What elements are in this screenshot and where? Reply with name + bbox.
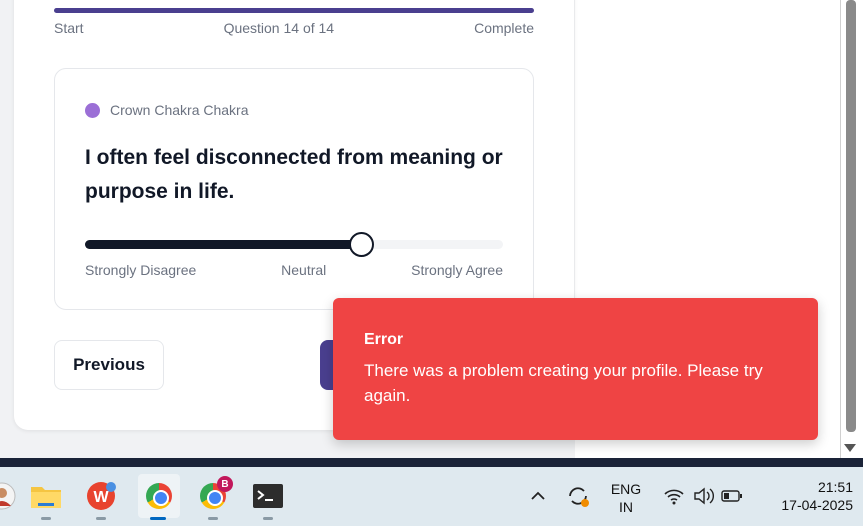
svg-text:W: W xyxy=(93,489,109,506)
chakra-category: Crown Chakra Chakra xyxy=(85,102,249,118)
chrome-indicator-active xyxy=(150,517,166,520)
language-line1: ENG xyxy=(610,481,642,497)
progress-counter: Question 14 of 14 xyxy=(223,20,335,36)
agreement-slider[interactable] xyxy=(85,232,503,257)
scale-label-agree: Strongly Agree xyxy=(411,262,503,278)
previous-button[interactable]: Previous xyxy=(54,340,164,390)
profile-badge: B xyxy=(217,476,233,492)
scale-labels: Strongly Disagree Neutral Strongly Agree xyxy=(85,262,503,278)
window-border xyxy=(0,458,863,467)
slider-fill xyxy=(85,240,361,249)
terminal-icon[interactable] xyxy=(252,480,284,512)
slider-thumb[interactable] xyxy=(348,232,374,257)
wps-office-indicator xyxy=(96,517,106,520)
progress-labels: Start Question 14 of 14 Complete xyxy=(54,20,534,36)
sync-icon[interactable] xyxy=(562,480,594,512)
browser-page: Start Question 14 of 14 Complete Crown C… xyxy=(0,0,840,458)
file-explorer-indicator xyxy=(41,517,51,520)
error-toast[interactable]: Error There was a problem creating your … xyxy=(333,298,818,440)
chrome-profile-icon[interactable]: B xyxy=(197,476,233,512)
chrome-profile-indicator xyxy=(208,517,218,520)
language-line2: IN xyxy=(619,499,633,515)
question-card: Crown Chakra Chakra I often feel disconn… xyxy=(54,68,534,310)
scale-label-neutral: Neutral xyxy=(281,262,327,278)
battery-icon[interactable] xyxy=(716,480,748,512)
language-indicator[interactable]: ENG IN xyxy=(606,480,646,516)
page-scrollbar[interactable] xyxy=(840,0,863,458)
chevron-up-icon[interactable] xyxy=(522,480,554,512)
wifi-icon[interactable] xyxy=(658,480,690,512)
taskbar: W B ENG IN 21:51 17-04-2025 xyxy=(0,467,863,526)
person-icon[interactable] xyxy=(0,480,18,512)
clock-date: 17-04-2025 xyxy=(781,497,853,513)
scrollbar-thumb[interactable] xyxy=(846,0,856,432)
question-text: I often feel disconnected from meaning o… xyxy=(85,146,503,203)
progress-end-label: Complete xyxy=(474,20,534,36)
toast-message: There was a problem creating your profil… xyxy=(364,361,763,405)
terminal-indicator xyxy=(263,517,273,520)
clock[interactable]: 21:51 17-04-2025 xyxy=(755,478,853,514)
scale-label-disagree: Strongly Disagree xyxy=(85,262,197,278)
progress-start-label: Start xyxy=(54,20,84,36)
clock-time: 21:51 xyxy=(817,479,853,495)
scroll-down-arrow-icon[interactable] xyxy=(844,444,856,452)
chakra-dot-icon xyxy=(85,102,100,118)
file-explorer-icon[interactable] xyxy=(30,480,62,512)
wps-office-icon[interactable]: W xyxy=(85,480,117,512)
chakra-label: Crown Chakra Chakra xyxy=(110,102,249,118)
chrome-icon[interactable] xyxy=(138,474,180,518)
toast-title: Error xyxy=(364,331,404,348)
progress-bar xyxy=(54,8,534,13)
